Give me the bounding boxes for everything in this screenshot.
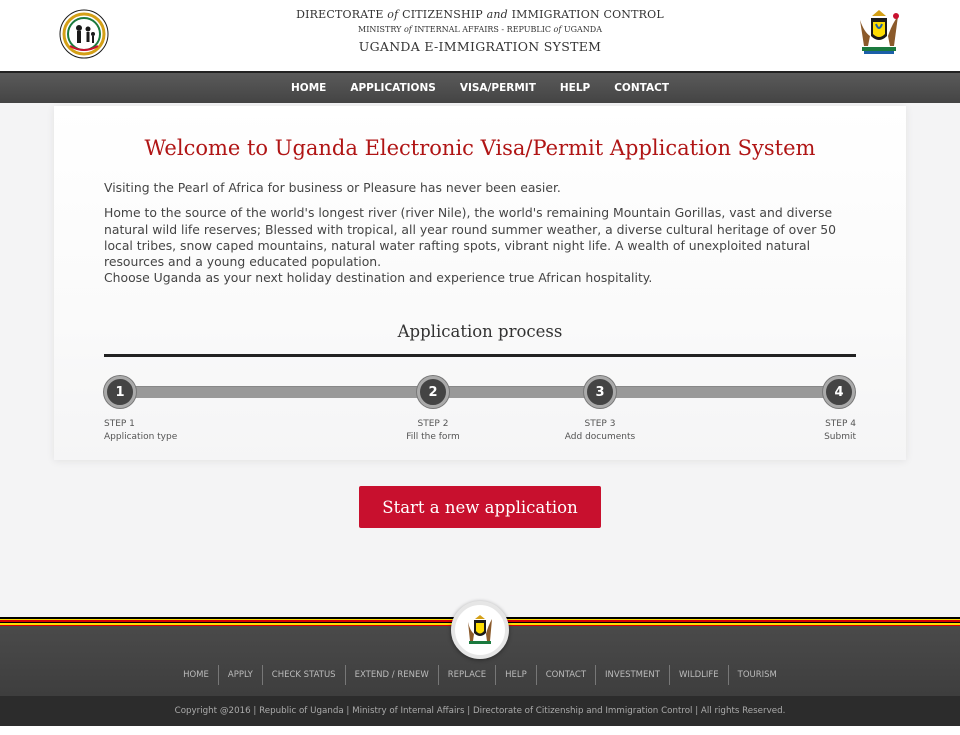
welcome-title: Welcome to Uganda Electronic Visa/Permit… [144,136,816,160]
nav-list: HOME APPLICATIONS VISA/PERMIT HELP CONTA… [0,73,960,103]
directorate-title: DIRECTORATE of CITIZENSHIP and IMMIGRATI… [296,8,664,21]
step-4-marker: 4 [823,376,855,408]
intro-text: Visiting the Pearl of Africa for busines… [104,180,864,287]
start-new-application-button[interactable]: Start a new application [359,486,601,528]
nav-applications[interactable]: APPLICATIONS [338,82,447,94]
ministry-title: MINISTRY of INTERNAL AFFAIRS - REPUBLIC … [358,25,602,34]
system-title: UGANDA E-IMMIGRATION SYSTEM [358,39,602,54]
intro-para-1: Visiting the Pearl of Africa for busines… [104,180,561,195]
intro-para-3: Choose Uganda as your next holiday desti… [104,270,653,286]
footer-link-help[interactable]: HELP [495,665,536,685]
footer-link-extend-renew[interactable]: EXTEND / RENEW [344,665,438,685]
header-title-block: DIRECTORATE of CITIZENSHIP and IMMIGRATI… [0,8,960,55]
footer-link-check-status[interactable]: CHECK STATUS [261,665,345,685]
nav-contact[interactable]: CONTACT [602,82,681,94]
main-nav: HOME APPLICATIONS VISA/PERMIT HELP CONTA… [0,71,960,103]
process-title: Application process [397,322,563,341]
welcome-card: Welcome to Uganda Electronic Visa/Permit… [54,106,906,460]
site-header: DIRECTORATE of CITIZENSHIP and IMMIGRATI… [0,0,960,71]
nav-home[interactable]: HOME [279,82,338,94]
step-2-marker: 2 [417,376,449,408]
step-3-marker: 3 [584,376,616,408]
step-4-label: STEP 4 Submit [824,419,856,442]
footer-coat-of-arms-icon [451,601,509,659]
nav-help[interactable]: HELP [548,82,602,94]
intro-para-2: Home to the source of the world's longes… [104,205,836,270]
uganda-coat-of-arms-icon [856,6,902,56]
footer-link-home[interactable]: HOME [174,665,218,685]
step-3-label: STEP 3 Add documents [564,419,636,442]
step-1-label: STEP 1 Application type [104,419,178,442]
copyright-text: Copyright @2016 | Republic of Uganda | M… [0,696,960,726]
footer-link-investment[interactable]: INVESTMENT [595,665,669,685]
step-2-label: STEP 2 Fill the form [406,419,460,442]
footer-link-tourism[interactable]: TOURISM [727,665,786,685]
footer-link-wildlife[interactable]: WILDLIFE [668,665,728,685]
page-bottom-edge [0,726,960,735]
process-divider [104,354,856,357]
nav-visa-permit[interactable]: VISA/PERMIT [448,82,548,94]
step-1-marker: 1 [104,376,136,408]
footer-link-apply[interactable]: APPLY [217,665,262,685]
footer-link-contact[interactable]: CONTACT [535,665,595,685]
progress-track [120,386,840,398]
footer-links: HOME APPLY CHECK STATUS EXTEND / RENEW R… [0,665,960,685]
footer-link-replace[interactable]: REPLACE [437,665,495,685]
